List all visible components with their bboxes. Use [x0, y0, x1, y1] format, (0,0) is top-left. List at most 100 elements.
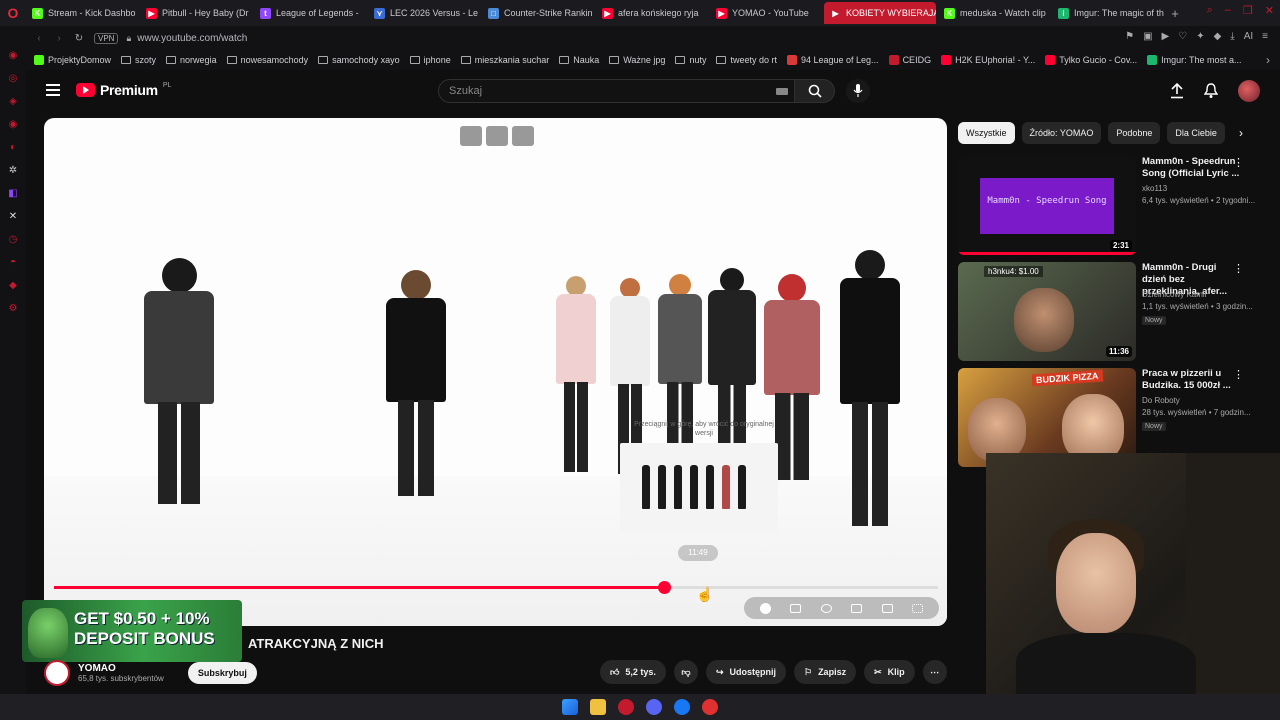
browser-tab[interactable]: Kmeduska - Watch clip	[938, 2, 1050, 24]
recommendation-item[interactable]: h3nku4: $1.00 11:36 Mamm0n - Drugi dzień b…	[958, 262, 1253, 362]
maximize-icon[interactable]: ❐	[1243, 4, 1253, 17]
more-vertical-icon[interactable]: ⋮	[1233, 262, 1244, 275]
recommendation-title[interactable]: Mamm0n - Speedrun Song (Official Lyric .…	[1142, 156, 1242, 180]
subtitles-icon[interactable]	[790, 603, 802, 613]
bookmark-item[interactable]: 94 League of Leg...	[786, 55, 879, 65]
ad-banner[interactable]: GET $0.50 + 10% DEPOSIT BONUS	[22, 600, 242, 662]
bookmark-item[interactable]: Tylko Gucio - Cov...	[1045, 55, 1137, 65]
wallet-icon[interactable]: ◆	[1214, 31, 1222, 42]
menu-icon[interactable]: ≡	[1262, 31, 1268, 42]
extensions-icon[interactable]: ✦	[1196, 31, 1204, 42]
snapshot-icon[interactable]: ▣	[1143, 31, 1152, 42]
heart-icon[interactable]: ♡	[1178, 31, 1187, 42]
browser-tab[interactable]: i Imgur: The magic of th	[1052, 2, 1164, 24]
recommendation-item[interactable]: Mamm0n - Speedrun Song 2:31 Mamm0n - Speed…	[958, 156, 1255, 256]
sidebar-workspace-icon[interactable]: ◉	[7, 50, 19, 62]
youtube-logo[interactable]: Premium PL	[76, 82, 171, 98]
vpn-badge[interactable]: VPN	[94, 32, 119, 44]
bookmark-item[interactable]: H2K EUphoria! - Y...	[941, 55, 1035, 65]
clip-button[interactable]: ✂ Klip	[864, 660, 915, 684]
recommendation-channel[interactable]: xko113	[1142, 184, 1167, 193]
recommendation-channel[interactable]: Dzielnicowy Kamil	[1142, 290, 1206, 299]
opera-gx-icon[interactable]	[618, 699, 634, 715]
browser-tab[interactable]: t League of Legends -	[254, 2, 366, 24]
bookmark-item[interactable]: nuty	[675, 55, 706, 65]
bookmark-item[interactable]: tweety do rt	[716, 55, 777, 65]
miniplayer-icon[interactable]	[851, 603, 863, 613]
windows-start-icon[interactable]	[562, 699, 578, 715]
subscribe-button[interactable]: Subskrybuj	[187, 662, 257, 684]
sidebar-chatgpt-icon[interactable]: ✲	[7, 165, 19, 177]
next-button[interactable]	[512, 126, 534, 146]
fullscreen-icon[interactable]	[912, 603, 924, 613]
cast-icon[interactable]	[881, 603, 893, 613]
browser-tab[interactable]: ⋎ LEC 2026 Versus - Le	[368, 2, 480, 24]
filter-chip[interactable]: Dla Ciebie	[1167, 122, 1225, 144]
miniplayer-button[interactable]	[460, 126, 482, 146]
recommendation-thumbnail[interactable]: Mamm0n - Speedrun Song 2:31	[958, 156, 1136, 255]
bookmark-item[interactable]: Nauka	[559, 55, 599, 65]
bookmark-item[interactable]: Imgur: The most a...	[1147, 55, 1242, 65]
obs-icon[interactable]	[702, 699, 718, 715]
reload-icon[interactable]: ↻	[72, 33, 86, 44]
forward-icon[interactable]: ›	[52, 33, 66, 44]
channel-name[interactable]: YOMAO	[78, 663, 164, 674]
browser-tab[interactable]: ▶ Pitbull - Hey Baby (Dr	[140, 2, 252, 24]
save-button[interactable]: ⚐ Zapisz	[793, 660, 857, 684]
filter-chip[interactable]: Wszystkie	[958, 122, 1015, 144]
progress-bar[interactable]	[54, 581, 938, 594]
browser-tab[interactable]: ▶ YOMAO - YouTube	[710, 2, 822, 24]
sidebar-aria-icon[interactable]: ◎	[7, 73, 19, 85]
bookmark-item[interactable]: ProjektyDomow	[34, 55, 111, 65]
progress-scrubber[interactable]	[657, 581, 671, 594]
more-vertical-icon[interactable]: ⋮	[1233, 156, 1244, 169]
share-button[interactable]: ↪ Udostępnij	[705, 660, 786, 684]
like-button[interactable]: 👍︎ 5,2 tys.	[600, 660, 666, 684]
sidebar-settings-icon[interactable]: ⚙	[7, 303, 19, 315]
filter-chip[interactable]: Źródło: YOMAO	[1021, 122, 1102, 144]
settings-gear-icon[interactable]	[820, 603, 832, 613]
bookmark-icon[interactable]: ⚑	[1125, 31, 1134, 42]
browser-tab[interactable]: ▶ afera końskiego ryja	[596, 2, 708, 24]
dislike-button[interactable]: 👎︎	[673, 660, 698, 684]
keyboard-icon[interactable]	[776, 88, 788, 95]
new-tab-icon[interactable]: +	[1166, 6, 1184, 21]
recommendation-thumbnail[interactable]: h3nku4: $1.00 11:36	[958, 262, 1136, 361]
bookmark-item[interactable]: samochody xayo	[318, 55, 400, 65]
autoplay-toggle-icon[interactable]	[759, 602, 771, 614]
bookmark-item[interactable]: iphone	[409, 55, 451, 65]
download-icon[interactable]: ⤓	[1230, 31, 1234, 42]
voice-search-button[interactable]	[846, 79, 870, 103]
bookmark-item[interactable]: norwegia	[166, 55, 217, 65]
theater-button[interactable]	[486, 126, 508, 146]
sidebar-x-icon[interactable]: ✕	[7, 211, 19, 223]
browser-tab[interactable]: K Stream - Kick Dashbo	[26, 2, 138, 24]
upload-icon[interactable]	[1170, 83, 1184, 99]
channel-avatar[interactable]	[44, 660, 70, 686]
bookmarks-overflow-icon[interactable]: ›	[1266, 53, 1270, 67]
bookmark-item[interactable]: Ważne jpg	[609, 55, 665, 65]
bookmark-item[interactable]: szoty	[121, 55, 156, 65]
minimize-icon[interactable]: –	[1225, 4, 1231, 17]
browser-tab[interactable]: ▶ KOBIETY WYBIERAJĄ	[824, 2, 936, 24]
sidebar-messenger-icon[interactable]: ◉	[7, 119, 19, 131]
search-button[interactable]	[795, 79, 835, 103]
facebook-icon[interactable]	[674, 699, 690, 715]
video-player[interactable]: Przeciągnij w górę, aby wrócić do orygin…	[44, 118, 947, 626]
bookmark-item[interactable]: mieszkania suchar	[460, 55, 549, 65]
more-vertical-icon[interactable]: ⋮	[1233, 368, 1244, 381]
sidebar-downloads-icon[interactable]: ◓	[7, 257, 19, 269]
chips-next-arrow-icon[interactable]: ›	[1230, 122, 1252, 144]
recommendation-title[interactable]: Praca w pizzerii u Budzika. 15 000zł ...	[1142, 368, 1242, 392]
filter-chip[interactable]: Podobne	[1108, 122, 1161, 144]
search-input[interactable]: Szukaj	[438, 79, 795, 103]
recommendation-channel[interactable]: Do Roboty	[1142, 396, 1180, 405]
sidebar-twitch-icon[interactable]: ◧	[7, 188, 19, 200]
bookmark-item[interactable]: CEIDG	[888, 55, 931, 65]
bookmark-item[interactable]: nowesamochody	[226, 55, 308, 65]
opera-logo-icon[interactable]: O	[0, 0, 26, 26]
url-field[interactable]: www.youtube.com/watch	[137, 33, 247, 44]
sidebar-extensions-icon[interactable]: ◆	[7, 280, 19, 292]
account-avatar[interactable]	[1238, 80, 1260, 102]
sidebar-player-icon[interactable]: ◈	[7, 96, 19, 108]
